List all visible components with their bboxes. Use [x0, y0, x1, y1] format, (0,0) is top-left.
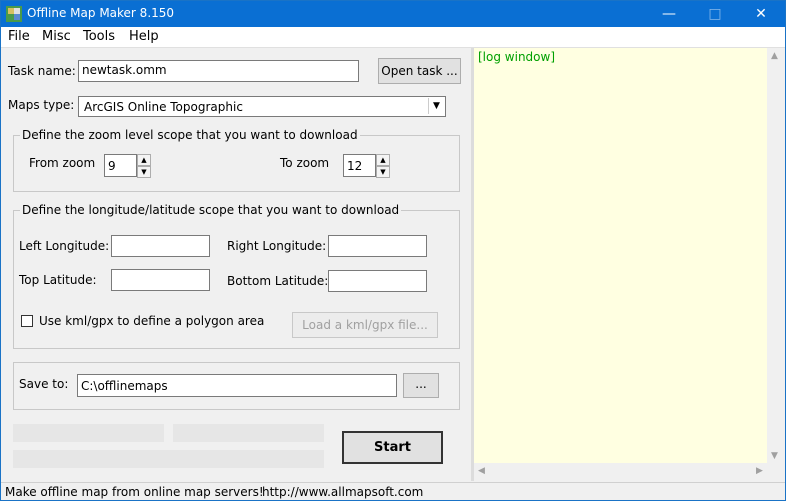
task-name-label: Task name:	[8, 64, 76, 78]
bottom-latitude-label: Bottom Latitude:	[227, 274, 329, 288]
progress-bar-2	[173, 424, 324, 442]
to-zoom-stepper[interactable]: ▲ ▼	[376, 154, 390, 178]
status-message: Make offline map from online map servers…	[5, 485, 264, 499]
maximize-icon[interactable]: □	[692, 1, 738, 27]
maps-type-label: Maps type:	[8, 98, 75, 112]
scroll-up-icon[interactable]: ▲	[771, 51, 778, 61]
top-latitude-label: Top Latitude:	[19, 273, 97, 287]
left-longitude-input[interactable]	[111, 235, 210, 257]
chevron-down-icon[interactable]: ▼	[428, 98, 444, 114]
menu-bar: File Misc Tools Help	[1, 27, 785, 48]
scroll-right-icon[interactable]: ▶	[756, 466, 763, 476]
minimize-icon[interactable]: —	[646, 1, 692, 27]
close-icon[interactable]: ✕	[738, 1, 784, 27]
progress-bar-3	[13, 450, 324, 468]
log-window[interactable]: [log window]	[474, 48, 767, 463]
from-zoom-stepper[interactable]: ▲ ▼	[137, 154, 151, 178]
arrow-down-icon[interactable]: ▼	[376, 166, 390, 178]
save-to-label: Save to:	[19, 377, 69, 391]
title-bar[interactable]: Offline Map Maker 8.150 — □ ✕	[1, 1, 785, 27]
menu-file[interactable]: File	[8, 29, 30, 44]
top-latitude-input[interactable]	[111, 269, 210, 291]
app-window: Offline Map Maker 8.150 — □ ✕ File Misc …	[0, 0, 786, 501]
maps-type-value: ArcGIS Online Topographic	[84, 100, 243, 114]
load-kml-button[interactable]: Load a kml/gpx file...	[292, 312, 438, 338]
scroll-left-icon[interactable]: ◀	[478, 466, 485, 476]
log-text: [log window]	[478, 50, 555, 64]
menu-misc[interactable]: Misc	[42, 29, 71, 44]
arrow-down-icon[interactable]: ▼	[137, 166, 151, 178]
status-bar: Make offline map from online map servers…	[1, 482, 785, 500]
scroll-down-icon[interactable]: ▼	[771, 451, 778, 461]
status-url[interactable]: http://www.allmapsoft.com	[262, 485, 423, 499]
progress-bar-1	[13, 424, 164, 442]
browse-button[interactable]: ...	[403, 373, 439, 398]
kml-checkbox[interactable]	[21, 315, 33, 327]
left-longitude-label: Left Longitude:	[19, 239, 110, 253]
kml-checkbox-label[interactable]: Use kml/gpx to define a polygon area	[39, 314, 264, 328]
app-icon	[6, 6, 22, 22]
to-zoom-label: To zoom	[280, 156, 330, 170]
menu-tools[interactable]: Tools	[83, 29, 115, 44]
task-name-input[interactable]: newtask.omm	[78, 60, 359, 82]
arrow-up-icon[interactable]: ▲	[137, 154, 151, 166]
log-horizontal-scrollbar[interactable]: ◀ ▶	[474, 463, 767, 480]
log-vertical-scrollbar[interactable]: ▲ ▼	[767, 48, 784, 463]
scope-group-label: Define the longitude/latitude scope that…	[20, 203, 402, 217]
to-zoom-input[interactable]: 12	[343, 154, 376, 177]
bottom-latitude-input[interactable]	[328, 270, 427, 292]
zoom-group-label: Define the zoom level scope that you wan…	[20, 128, 360, 142]
save-path-input[interactable]: C:\offlinemaps	[77, 374, 397, 397]
menu-help[interactable]: Help	[129, 29, 159, 44]
window-title: Offline Map Maker 8.150	[27, 6, 175, 20]
right-longitude-input[interactable]	[328, 235, 427, 257]
from-zoom-label: From zoom	[29, 156, 96, 170]
arrow-up-icon[interactable]: ▲	[376, 154, 390, 166]
open-task-button[interactable]: Open task ...	[378, 58, 461, 84]
start-button[interactable]: Start	[342, 431, 443, 464]
right-longitude-label: Right Longitude:	[227, 239, 327, 253]
from-zoom-input[interactable]: 9	[104, 154, 137, 177]
maps-type-select[interactable]: ArcGIS Online Topographic ▼	[78, 96, 446, 117]
